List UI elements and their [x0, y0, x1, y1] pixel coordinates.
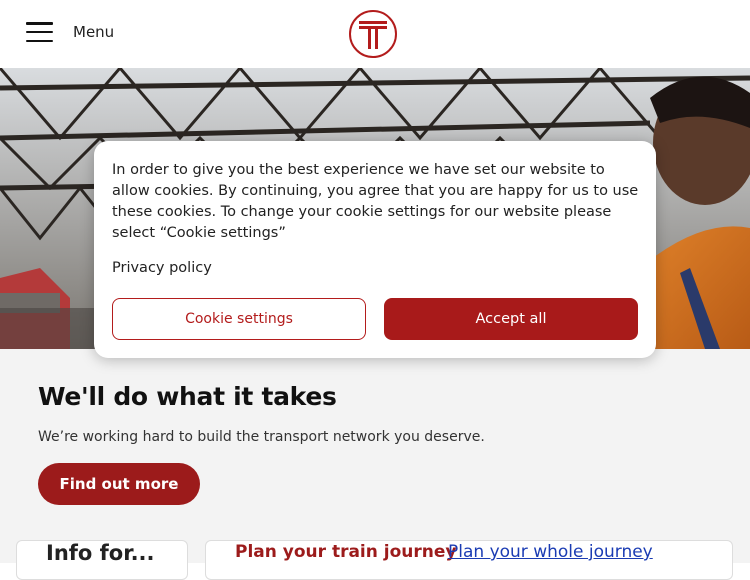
menu-label: Menu — [73, 23, 115, 41]
cookie-consent-dialog: In order to give you the best experience… — [94, 141, 656, 358]
page-subtext: We’re working hard to build the transpor… — [38, 429, 485, 445]
privacy-policy-link[interactable]: Privacy policy — [112, 260, 212, 276]
page-headline: We'll do what it takes — [38, 382, 337, 411]
tab-plan-whole-journey[interactable]: Plan your whole journey — [448, 542, 653, 562]
tab-plan-train-journey[interactable]: Plan your train journey — [235, 542, 456, 562]
site-header: Menu — [0, 0, 750, 68]
transport-logo-icon[interactable] — [348, 9, 398, 59]
find-out-more-button[interactable]: Find out more — [38, 463, 200, 505]
info-for-label: Info for... — [46, 541, 155, 565]
hamburger-icon — [26, 22, 53, 42]
cookie-message: In order to give you the best experience… — [112, 162, 639, 241]
cookie-settings-button[interactable]: Cookie settings — [112, 298, 366, 340]
menu-button[interactable]: Menu — [26, 22, 114, 42]
accept-all-button[interactable]: Accept all — [384, 298, 638, 340]
